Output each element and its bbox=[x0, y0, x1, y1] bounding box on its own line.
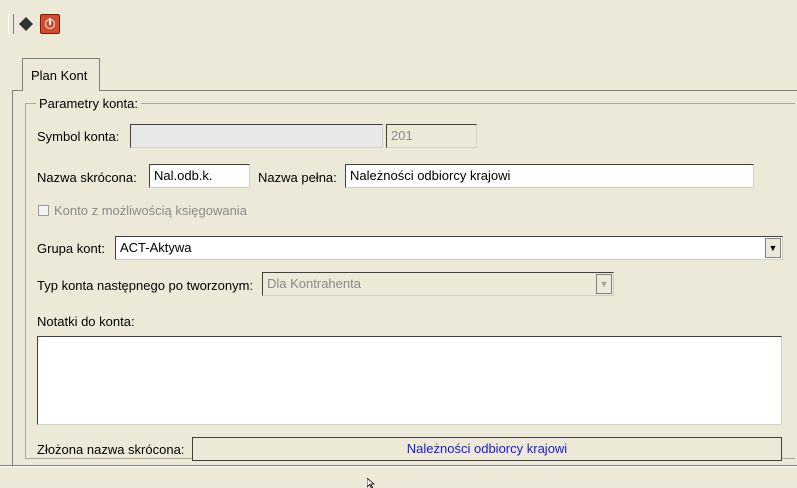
short-name-field[interactable]: Nal.odb.k. bbox=[149, 164, 250, 188]
next-type-value: Dla Kontrahenta bbox=[267, 276, 361, 291]
notes-textarea[interactable] bbox=[37, 336, 782, 425]
divider bbox=[0, 466, 797, 467]
mouse-cursor-icon bbox=[367, 478, 375, 488]
next-type-label: Typ konta następnego po tworzonym: bbox=[37, 278, 254, 293]
tab-plan-kont[interactable]: Plan Kont bbox=[22, 58, 100, 91]
diamond-icon[interactable] bbox=[18, 16, 34, 32]
toolbar bbox=[0, 0, 797, 40]
account-group-select[interactable]: ACT-Aktywa bbox=[115, 236, 783, 260]
short-name-label: Nazwa skrócona: bbox=[37, 170, 137, 185]
power-icon[interactable] bbox=[40, 14, 60, 34]
symbol-prefix-field[interactable] bbox=[130, 124, 383, 148]
symbol-label: Symbol konta: bbox=[37, 129, 120, 144]
group-legend: Parametry konta: bbox=[36, 96, 141, 111]
account-group-label: Grupa kont: bbox=[37, 241, 105, 256]
full-name-label: Nazwa pełna: bbox=[258, 170, 337, 185]
posting-label: Konto z możliwością księgowania bbox=[54, 203, 247, 218]
dropdown-arrow-icon[interactable]: ▼ bbox=[596, 274, 612, 294]
full-name-field[interactable]: Należności odbiorcy krajowi bbox=[345, 164, 754, 188]
tab-label: Plan Kont bbox=[31, 68, 88, 83]
notes-label: Notatki do konta: bbox=[37, 314, 135, 329]
composite-name-label: Złożona nazwa skrócona: bbox=[37, 442, 185, 457]
dropdown-arrow-icon[interactable]: ▼ bbox=[765, 238, 781, 258]
posting-checkbox[interactable] bbox=[38, 205, 49, 216]
symbol-field[interactable]: 201 bbox=[386, 124, 477, 148]
toolbar-grip-icon[interactable] bbox=[8, 14, 14, 34]
next-type-select[interactable]: Dla Kontrahenta bbox=[262, 272, 614, 296]
composite-name-field: Należności odbiorcy krajowi bbox=[192, 437, 782, 461]
account-group-value: ACT-Aktywa bbox=[120, 240, 192, 255]
